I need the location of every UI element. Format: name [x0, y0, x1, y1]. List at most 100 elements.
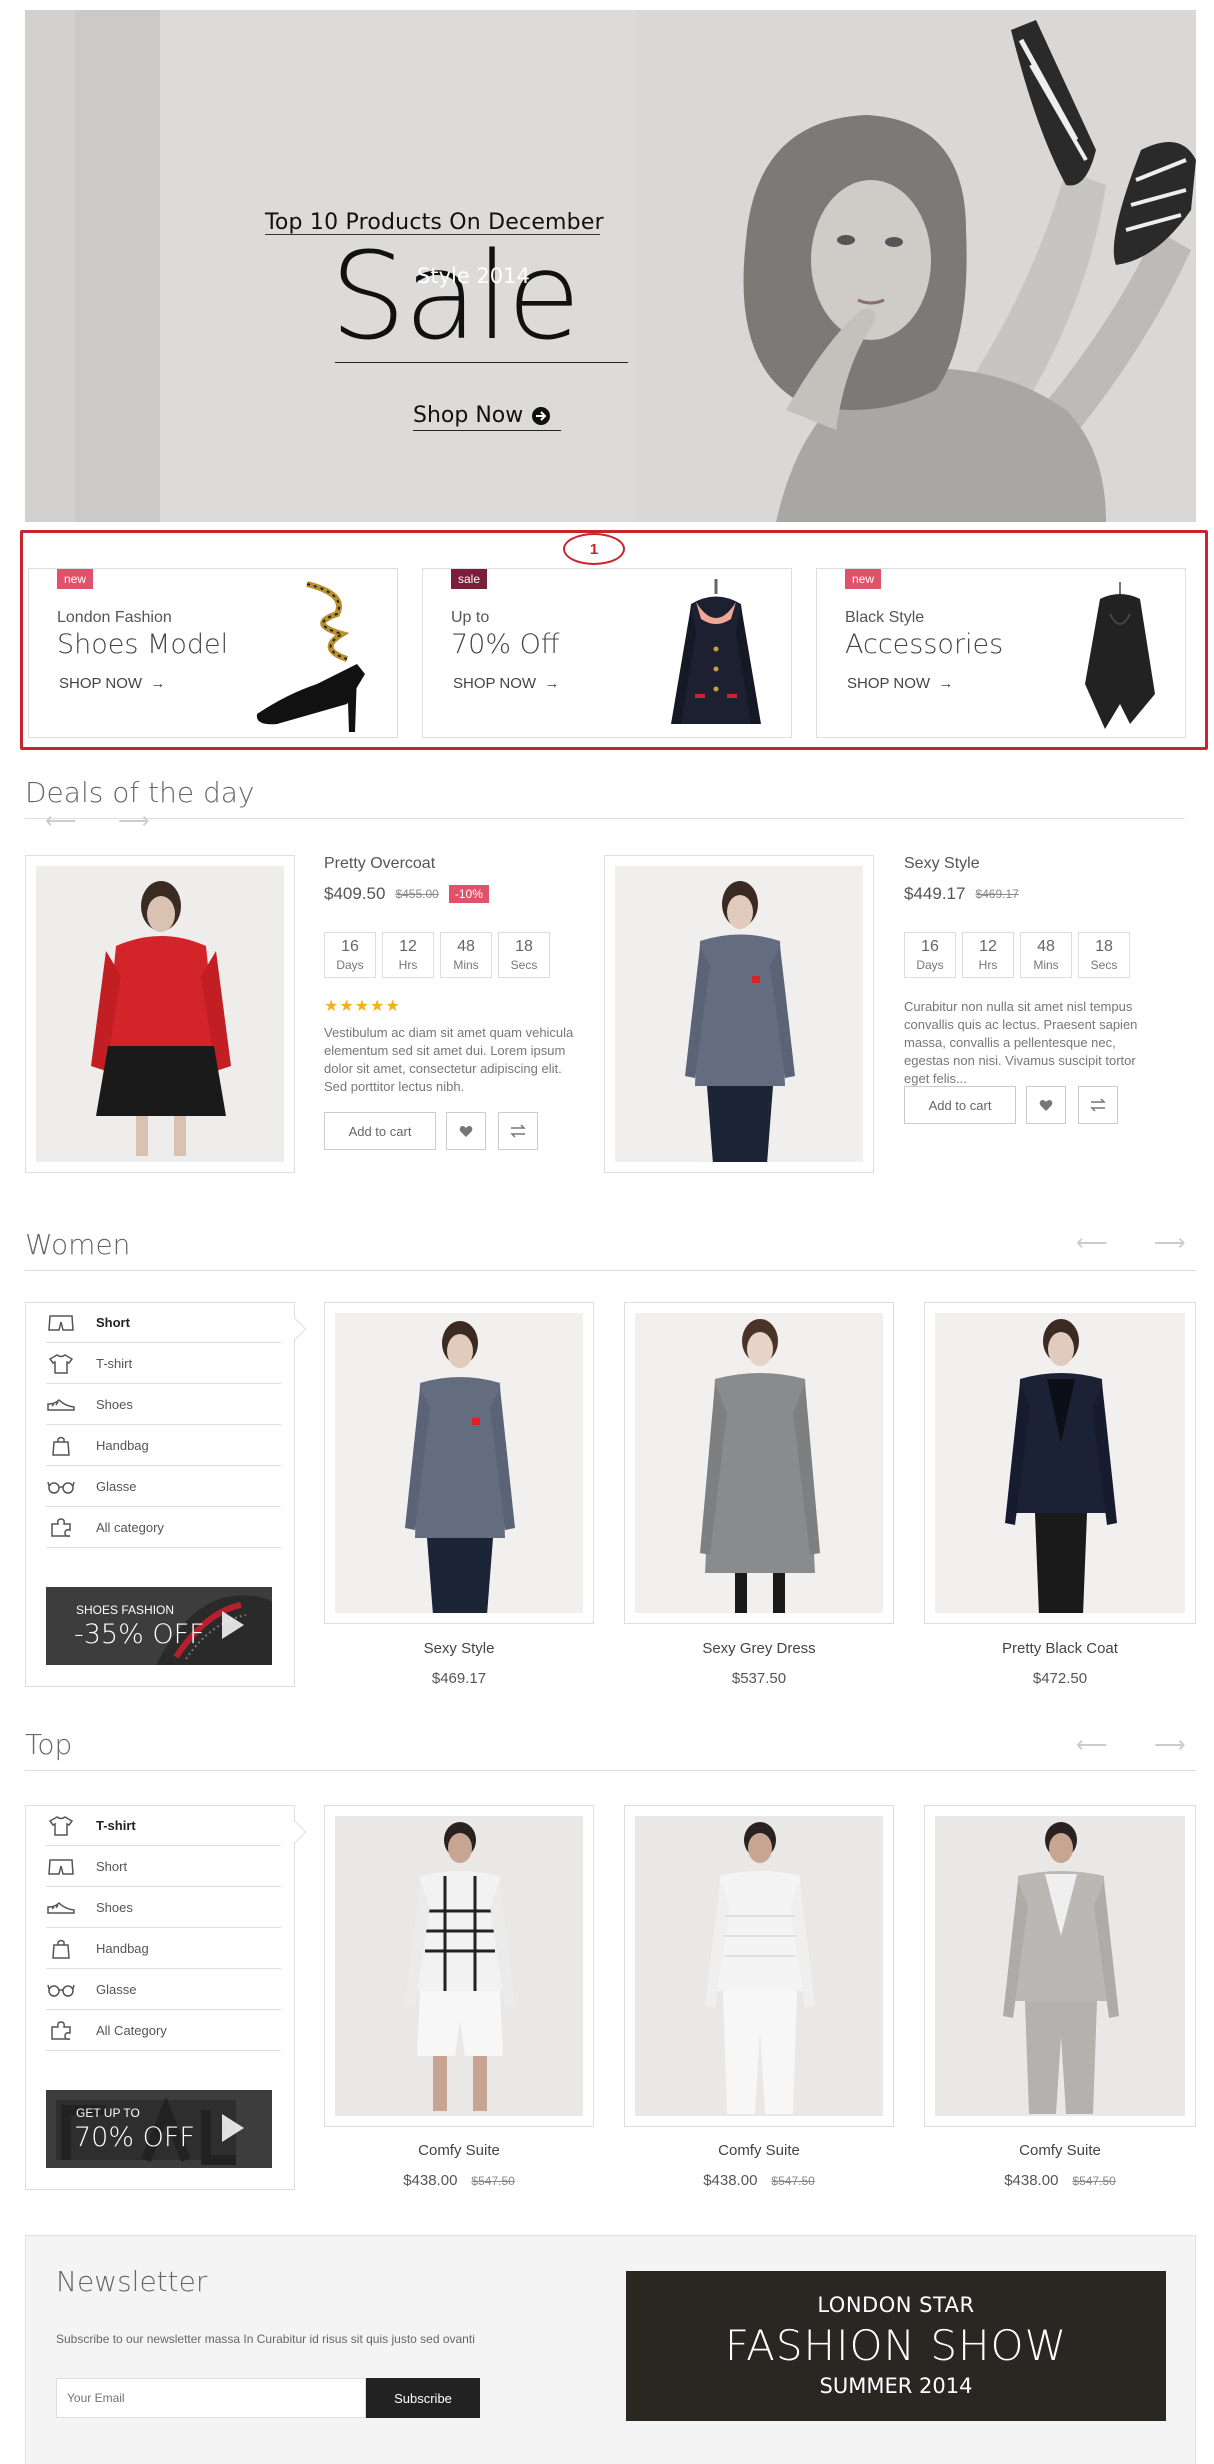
- product-name[interactable]: Comfy Suite: [324, 2142, 594, 2159]
- timer-seconds: 18 Secs: [1078, 932, 1130, 978]
- deals-section-title: Deals of the day: [25, 776, 255, 809]
- product-photo-comfy-suite-grey: [1003, 1822, 1119, 2114]
- product-card-image[interactable]: [324, 1302, 594, 1624]
- promo-shop-now-link[interactable]: SHOP NOW →: [453, 675, 559, 692]
- deal-product-image[interactable]: [25, 855, 295, 1173]
- wishlist-button[interactable]: [446, 1112, 486, 1150]
- hero-shop-now-link[interactable]: Shop Now: [413, 403, 551, 428]
- hero-stripe: [25, 10, 75, 522]
- arrow-left-icon[interactable]: ⟵: [1076, 1732, 1108, 1758]
- arrow-right-icon[interactable]: ⟶: [118, 808, 150, 834]
- menu-item-label: T-shirt: [96, 1356, 133, 1371]
- hero-banner[interactable]: [25, 10, 1196, 522]
- menu-item-label: T-shirt: [96, 1818, 136, 1833]
- arrow-left-icon[interactable]: ⟵: [45, 808, 77, 834]
- wishlist-button[interactable]: [1026, 1086, 1066, 1124]
- menu-item-all-category[interactable]: All Category: [46, 2011, 281, 2051]
- promo-small-text: Black Style: [845, 609, 925, 626]
- promo-card-sale[interactable]: sale Up to 70% Off SHOP NOW →: [422, 568, 792, 738]
- play-arrow-icon: [222, 2114, 244, 2142]
- menu-notch: [283, 1317, 307, 1341]
- product-photo-red-overcoat: [91, 881, 231, 1156]
- product-name[interactable]: Comfy Suite: [624, 2142, 894, 2159]
- product-name[interactable]: Comfy Suite: [924, 2142, 1196, 2159]
- menu-item-handbag[interactable]: Handbag: [46, 1929, 281, 1969]
- product-price: $469.17: [431, 1670, 487, 1687]
- menu-item-shoes[interactable]: Shoes: [46, 1888, 281, 1928]
- play-arrow-icon: [222, 1611, 244, 1639]
- deal-product-name[interactable]: Sexy Style: [904, 855, 980, 873]
- menu-item-label: Shoes: [96, 1900, 133, 1915]
- product-name[interactable]: Sexy Grey Dress: [624, 1640, 894, 1657]
- promo-shop-now-link[interactable]: SHOP NOW →: [847, 675, 953, 692]
- newsletter-title: Newsletter: [56, 2265, 208, 2298]
- menu-item-short[interactable]: Short: [46, 1847, 281, 1887]
- menu-item-label: Glasse: [96, 1479, 137, 1494]
- deal-product-name[interactable]: Pretty Overcoat: [324, 855, 435, 873]
- compare-button[interactable]: [1078, 1086, 1118, 1124]
- section-divider: [25, 1270, 1196, 1271]
- promo-tag: new: [845, 569, 882, 589]
- arrow-right-icon[interactable]: ⟶: [1154, 1732, 1186, 1758]
- shoes-fashion-banner[interactable]: SHOES FASHION -35% OFF: [46, 1587, 272, 1665]
- product-card-image[interactable]: [624, 1805, 894, 2127]
- newsletter-email-input[interactable]: [56, 2378, 366, 2418]
- discount-badge: -10%: [448, 885, 489, 903]
- product-price: $472.50: [1032, 1670, 1088, 1687]
- annotation-marker: 1: [563, 533, 625, 565]
- menu-item-all-category[interactable]: All category: [46, 1508, 281, 1548]
- menu-item-label: Glasse: [96, 1982, 137, 1997]
- banner-line-2: FASHION SHOW: [724, 2321, 1068, 2370]
- menu-item-handbag[interactable]: Handbag: [46, 1426, 281, 1466]
- promo-shop-now-label: SHOP NOW: [453, 675, 537, 692]
- product-photo-grey-dress: [700, 1319, 820, 1613]
- menu-item-t-shirt[interactable]: T-shirt: [46, 1806, 281, 1846]
- menu-item-shoes[interactable]: Shoes: [46, 1385, 281, 1425]
- product-card-image[interactable]: [624, 1302, 894, 1624]
- section-divider: [25, 818, 1185, 819]
- hero-headline: Sale: [330, 228, 581, 367]
- arrow-circle-right-icon: [532, 406, 551, 425]
- coat-icon: [671, 579, 761, 724]
- product-price-row: $438.00 $547.50: [324, 2172, 594, 2189]
- menu-item-label: Shoes: [96, 1397, 133, 1412]
- banner-big-text: 70% OFF: [74, 2122, 195, 2153]
- promo-shop-now-label: SHOP NOW: [59, 675, 143, 692]
- timer-minutes: 48 Mins: [440, 932, 492, 978]
- product-card-image[interactable]: [924, 1302, 1196, 1624]
- product-photo-grey-cardigan: [685, 881, 795, 1162]
- arrow-right-icon[interactable]: ⟶: [1154, 1230, 1186, 1256]
- newsletter-description: Subscribe to our newsletter massa In Cur…: [56, 2332, 475, 2346]
- menu-item-glasse[interactable]: Glasse: [46, 1970, 281, 2010]
- handbag-icon: [52, 1436, 70, 1456]
- deal-old-price: $455.00: [395, 887, 439, 901]
- shoe-icon: [47, 1398, 75, 1411]
- deal-description: Curabitur non nulla sit amet nisl tempus…: [904, 999, 1138, 1086]
- add-to-cart-button[interactable]: Add to cart: [904, 1086, 1016, 1124]
- product-card-image[interactable]: [324, 1805, 594, 2127]
- promo-card-shoes[interactable]: new London Fashion Shoes Model SHOP NOW …: [28, 568, 398, 738]
- glasses-icon: [47, 1984, 75, 1997]
- top-section-title: Top: [25, 1728, 73, 1761]
- t-shirt-icon: [49, 1353, 73, 1374]
- shorts-icon: [48, 1314, 74, 1331]
- subscribe-button[interactable]: Subscribe: [366, 2378, 480, 2418]
- menu-item-short[interactable]: Short: [46, 1303, 281, 1343]
- promo-tag: new: [57, 569, 94, 589]
- product-name[interactable]: Pretty Black Coat: [924, 1640, 1196, 1657]
- product-name[interactable]: Sexy Style: [324, 1640, 594, 1657]
- menu-item-label: Handbag: [96, 1438, 149, 1453]
- product-card-image[interactable]: [924, 1805, 1196, 2127]
- menu-item-glasse[interactable]: Glasse: [46, 1467, 281, 1507]
- compare-button[interactable]: [498, 1112, 538, 1150]
- arrow-left-icon[interactable]: ⟵: [1076, 1230, 1108, 1256]
- menu-item-t-shirt[interactable]: T-shirt: [46, 1344, 281, 1384]
- add-to-cart-button[interactable]: Add to cart: [324, 1112, 436, 1150]
- promo-card-accessories[interactable]: new Black Style Accessories SHOP NOW →: [816, 568, 1186, 738]
- fashion-show-banner[interactable]: LONDON STAR FASHION SHOW SUMMER 2014: [626, 2271, 1166, 2421]
- glasses-icon: [47, 1481, 75, 1494]
- get-up-to-banner[interactable]: GET UP TO 70% OFF: [46, 2090, 272, 2168]
- promo-title: Accessories: [845, 629, 1004, 660]
- deal-product-image[interactable]: [604, 855, 874, 1173]
- promo-shop-now-link[interactable]: SHOP NOW →: [59, 675, 165, 692]
